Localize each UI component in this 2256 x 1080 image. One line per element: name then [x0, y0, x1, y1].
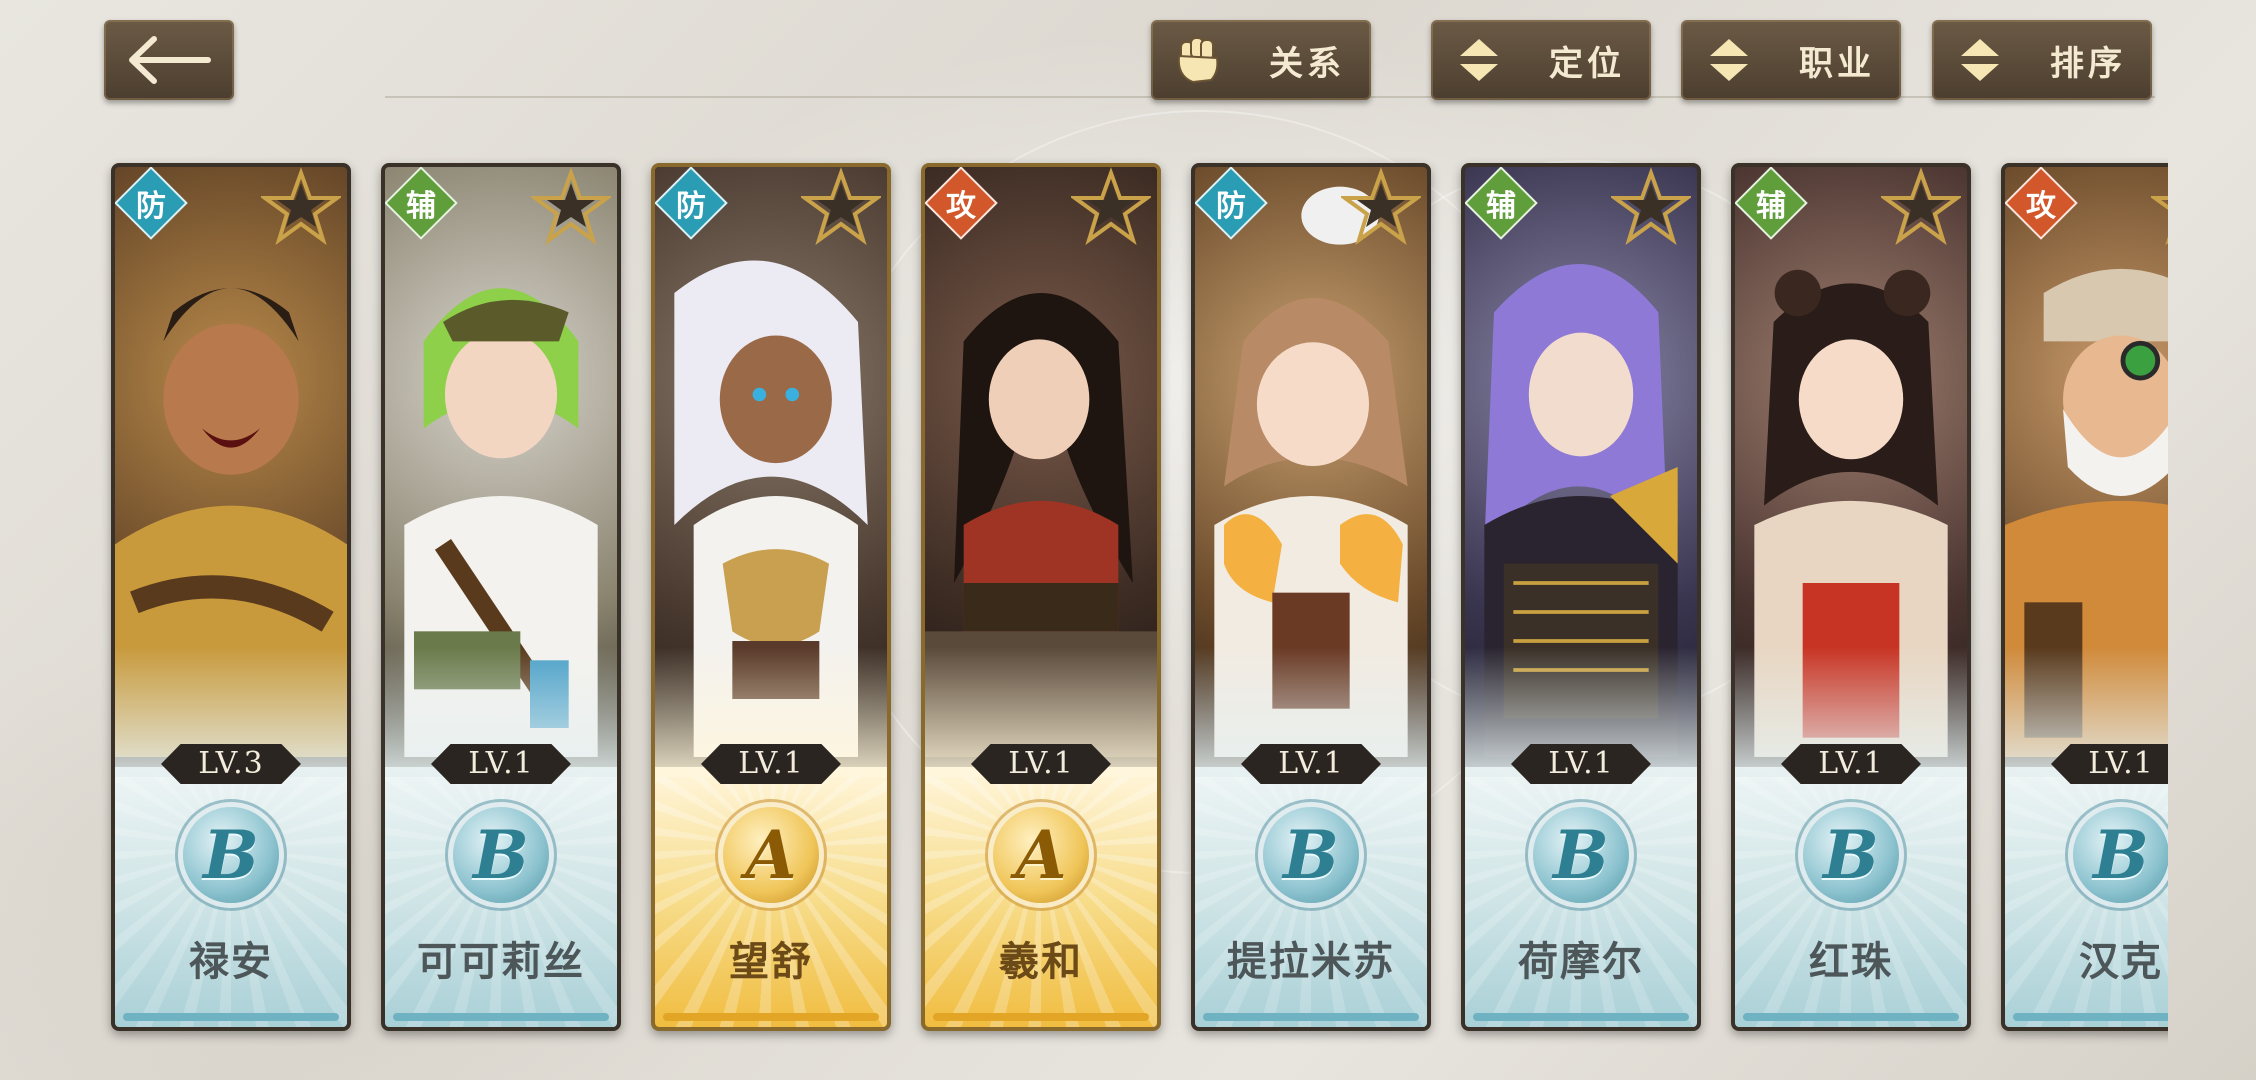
character-card[interactable]: 攻 LV.1 A 羲和	[921, 163, 1161, 1031]
star-icon	[261, 167, 341, 246]
card-progress-bar	[393, 1013, 609, 1021]
character-name: 红珠	[1809, 938, 1893, 985]
rank-emblem: A	[993, 807, 1089, 903]
card-progress-bar	[123, 1013, 339, 1021]
character-name: 汉克	[2079, 938, 2163, 985]
card-progress-bar	[933, 1013, 1149, 1021]
rank-emblem: B	[453, 807, 549, 903]
rank-letter: B	[2093, 816, 2149, 894]
role-label: 辅	[1756, 189, 1786, 224]
level-badge: LV.3	[161, 744, 301, 784]
card-progress-bar	[1203, 1013, 1419, 1021]
rank-emblem: B	[1263, 807, 1359, 903]
card-progress-bar	[663, 1013, 879, 1021]
level-badge: LV.1	[1511, 744, 1651, 784]
rank-letter: A	[1015, 816, 1067, 894]
character-card[interactable]: 防 LV.3 B 禄安	[111, 163, 351, 1031]
character-card[interactable]: 防 LV.1 A 望舒	[651, 163, 891, 1031]
rank-emblem: A	[723, 807, 819, 903]
character-card[interactable]: 辅 LV.1 B 荷摩尔	[1461, 163, 1701, 1031]
rank-letter: A	[745, 816, 797, 894]
level-badge: LV.1	[1781, 744, 1921, 784]
star-icon	[1611, 167, 1691, 246]
star-icon	[1881, 167, 1961, 246]
character-card[interactable]: 辅 LV.1 B 红珠	[1731, 163, 1971, 1031]
role-label: 辅	[406, 189, 436, 224]
character-card[interactable]: 防 LV.1 B 提拉米苏	[1191, 163, 1431, 1031]
role-label: 防	[676, 189, 706, 224]
level-badge: LV.1	[971, 744, 1111, 784]
star-icon	[801, 167, 881, 246]
level-badge: LV.1	[1241, 744, 1381, 784]
character-name: 禄安	[189, 938, 273, 985]
role-label: 防	[1216, 189, 1246, 224]
character-name: 可可莉丝	[417, 938, 585, 985]
character-name: 提拉米苏	[1227, 938, 1395, 985]
rank-emblem: B	[2073, 807, 2168, 903]
role-label: 攻	[946, 189, 976, 224]
rank-emblem: B	[183, 807, 279, 903]
star-icon	[2151, 196, 2168, 246]
star-icon	[1071, 167, 1151, 246]
rank-letter: B	[203, 816, 259, 894]
card-progress-bar	[2013, 1013, 2168, 1021]
character-name: 望舒	[729, 938, 813, 985]
rank-letter: B	[1283, 816, 1339, 894]
rank-letter: B	[473, 816, 529, 894]
role-label: 辅	[1486, 189, 1516, 224]
character-name: 荷摩尔	[1518, 938, 1644, 985]
rank-letter: B	[1553, 816, 1609, 894]
star-icon	[531, 167, 611, 246]
character-name: 羲和	[999, 938, 1083, 985]
card-progress-bar	[1473, 1013, 1689, 1021]
card-bottom-panel	[2005, 767, 2168, 1027]
character-roster: 防 LV.3 B 禄安 辅 LV.1 B 可可莉丝 防 LV.1 A 望舒 攻 …	[0, 0, 2168, 1080]
star-icon	[1341, 167, 1421, 246]
character-card[interactable]: 攻 LV.1 B 汉克	[2001, 163, 2168, 1031]
role-label: 防	[136, 189, 166, 224]
role-label: 攻	[2026, 189, 2056, 224]
card-progress-bar	[1743, 1013, 1959, 1021]
rank-emblem: B	[1533, 807, 1629, 903]
level-badge: LV.1	[431, 744, 571, 784]
rank-emblem: B	[1803, 807, 1899, 903]
character-card[interactable]: 辅 LV.1 B 可可莉丝	[381, 163, 621, 1031]
rank-letter: B	[1823, 816, 1879, 894]
level-badge: LV.1	[2051, 744, 2168, 784]
level-badge: LV.1	[701, 744, 841, 784]
